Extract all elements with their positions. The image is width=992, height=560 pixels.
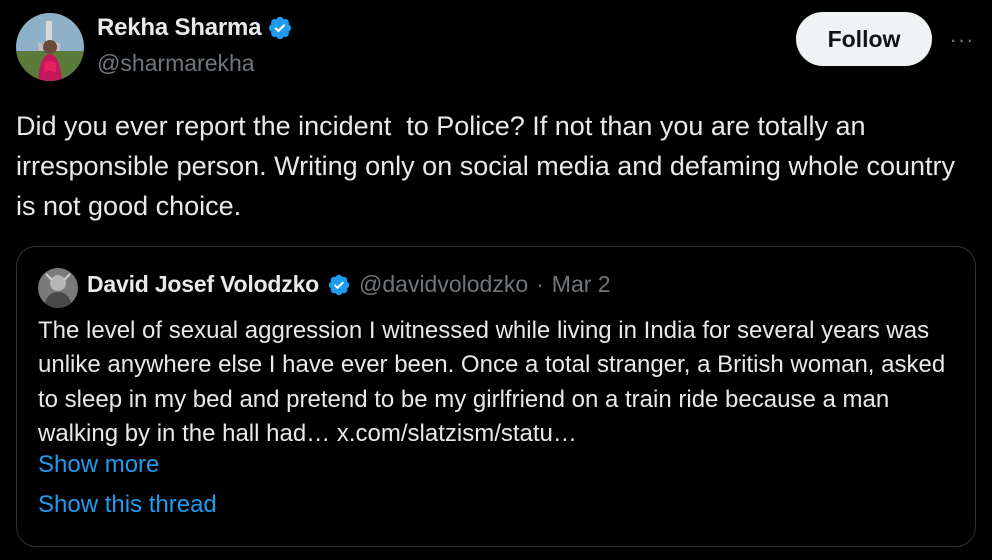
author-name[interactable]: Rekha Sharma [97, 14, 293, 42]
quoted-tweet-card[interactable]: David Josef Volodzko @davidvolodzko · Ma… [16, 246, 976, 547]
author-avatar[interactable] [16, 13, 84, 81]
quoted-author-handle[interactable]: @davidvolodzko [359, 271, 528, 298]
show-more-link[interactable]: Show more [38, 451, 159, 479]
header-separator: · [536, 271, 544, 297]
quoted-tweet-date[interactable]: Mar 2 [552, 271, 611, 298]
quoted-tweet-link[interactable]: x.com/slatzism/statu… [337, 420, 577, 447]
follow-button[interactable]: Follow [796, 12, 932, 66]
tweet-text: Did you ever report the incident to Poli… [16, 111, 963, 221]
verified-badge-icon [269, 16, 292, 40]
author-handle[interactable]: @sharmarekha [97, 50, 255, 77]
quoted-tweet-header: David Josef Volodzko @davidvolodzko · Ma… [87, 271, 611, 298]
more-options-icon[interactable]: ··· [944, 22, 980, 58]
tweet-container: Rekha Sharma @sharmarekha Follow ··· Did… [0, 0, 992, 560]
show-thread-link[interactable]: Show this thread [38, 491, 217, 519]
verified-badge-icon [328, 274, 350, 295]
quoted-tweet-text: The level of sexual aggression I witness… [38, 314, 958, 451]
quoted-author-name[interactable]: David Josef Volodzko [87, 271, 319, 298]
quoted-author-avatar[interactable] [38, 268, 78, 308]
author-name-text[interactable]: Rekha Sharma [97, 14, 262, 42]
